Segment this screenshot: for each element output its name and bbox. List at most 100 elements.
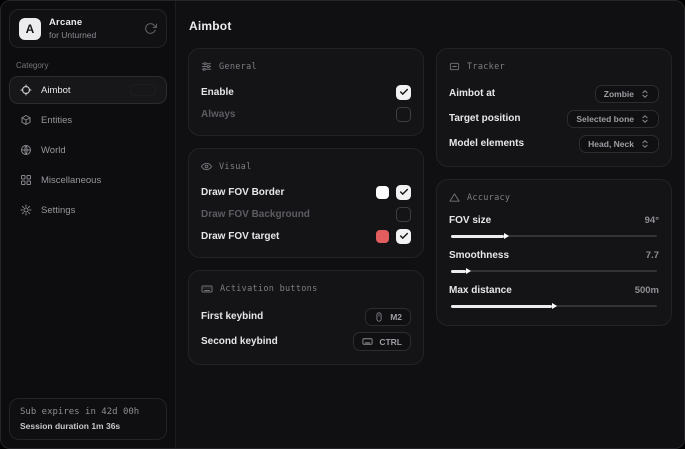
fov-size-slider[interactable]	[449, 231, 659, 241]
section-title: Activation buttons	[220, 284, 318, 294]
check-icon	[399, 231, 409, 241]
select-value: Selected bone	[576, 114, 634, 124]
gear-icon	[20, 204, 32, 216]
keybind-value: CTRL	[379, 337, 402, 347]
setting-label: Model elements	[449, 138, 524, 149]
setting-row: Draw FOV Background	[201, 203, 411, 225]
refresh-icon[interactable]	[144, 22, 157, 35]
setting-row: Draw FOV Border	[201, 181, 411, 203]
setting-label: Draw FOV Background	[201, 209, 310, 220]
fov-target-checkbox[interactable]	[396, 229, 411, 244]
section-title: Visual	[219, 162, 252, 172]
setting-label: Aimbot at	[449, 88, 495, 99]
globe-icon	[20, 144, 32, 156]
setting-label: Enable	[201, 87, 234, 98]
app-subtitle: for Unturned	[49, 30, 96, 40]
accuracy-card: Accuracy FOV size 94°	[436, 179, 672, 326]
sliders-icon	[201, 61, 212, 72]
smoothness-slider[interactable]	[449, 266, 659, 276]
sidebar-item-settings[interactable]: Settings	[9, 196, 167, 224]
fov-border-checkbox[interactable]	[396, 185, 411, 200]
main-content: Aimbot General Enable	[176, 1, 684, 448]
chevron-up-down-icon	[640, 89, 650, 99]
sidebar-item-label: Settings	[41, 205, 75, 216]
category-label: Category	[16, 61, 160, 70]
setting-label: First keybind	[201, 311, 263, 322]
keyboard-icon	[362, 336, 373, 347]
max-distance-setting: Max distance 500m	[449, 282, 659, 311]
sidebar: A Arcane for Unturned Category Aimbot	[1, 1, 176, 448]
sidebar-item-entities[interactable]: Entities	[9, 106, 167, 134]
sidebar-item-label: Entities	[41, 115, 72, 126]
tracker-card: Tracker Aimbot at Zombie Target position	[436, 48, 672, 167]
slider-fill	[451, 235, 504, 238]
logo-text: Arcane for Unturned	[49, 17, 96, 40]
subscription-card: Sub expires in 42d 00h Session duration …	[9, 398, 167, 440]
app-logo: A	[19, 18, 41, 40]
fov-target-color-swatch[interactable]	[376, 230, 389, 243]
section-title: General	[219, 62, 257, 72]
sidebar-item-miscellaneous[interactable]: Miscellaneous	[9, 166, 167, 194]
sidebar-item-world[interactable]: World	[9, 136, 167, 164]
session-duration-text: Session duration 1m 36s	[20, 421, 156, 431]
model-elements-select[interactable]: Head, Neck	[579, 135, 659, 153]
setting-row: Always	[201, 103, 411, 125]
sidebar-item-aimbot[interactable]: Aimbot	[9, 76, 167, 104]
scan-icon	[449, 61, 460, 72]
section-title: Tracker	[467, 62, 505, 72]
sub-expires-text: Sub expires in 42d 00h	[20, 407, 156, 417]
setting-label: Always	[201, 109, 235, 120]
setting-label: Draw FOV target	[201, 231, 279, 242]
fov-background-checkbox[interactable]	[396, 207, 411, 222]
slider-thumb[interactable]	[552, 303, 557, 309]
smoothness-value: 7.7	[646, 250, 659, 261]
setting-row: Draw FOV target	[201, 225, 411, 247]
first-keybind-button[interactable]: M2	[365, 308, 411, 326]
crosshair-icon	[20, 84, 32, 96]
check-icon	[399, 87, 409, 97]
slider-thumb[interactable]	[466, 268, 471, 274]
logo-card: A Arcane for Unturned	[9, 9, 167, 48]
activation-card: Activation buttons First keybind M2 Seco…	[188, 270, 424, 365]
app-window: A Arcane for Unturned Category Aimbot	[0, 0, 685, 449]
always-checkbox[interactable]	[396, 107, 411, 122]
app-title: Arcane	[49, 17, 96, 28]
setting-label: Smoothness	[449, 250, 509, 261]
visual-card: Visual Draw FOV Border Draw FOV Backgrou…	[188, 148, 424, 258]
slider-track	[451, 270, 657, 272]
keybind-value: M2	[390, 312, 402, 322]
aimbot-at-select[interactable]: Zombie	[595, 85, 659, 103]
sidebar-item-label: Miscellaneous	[41, 175, 101, 186]
page-title: Aimbot	[189, 19, 672, 33]
slider-fill	[451, 270, 466, 273]
max-distance-slider[interactable]	[449, 301, 659, 311]
slider-thumb[interactable]	[504, 233, 509, 239]
second-keybind-button[interactable]: CTRL	[353, 332, 411, 351]
slider-fill	[451, 305, 552, 308]
triangle-icon	[449, 192, 460, 203]
setting-row: Target position Selected bone	[449, 106, 659, 131]
setting-label: Draw FOV Border	[201, 187, 284, 198]
eye-icon	[201, 161, 212, 172]
setting-label: Second keybind	[201, 336, 278, 347]
setting-label: Target position	[449, 113, 520, 124]
select-value: Head, Neck	[588, 139, 634, 149]
sidebar-nav: Aimbot Entities World Miscellaneous	[9, 76, 167, 224]
setting-row: Model elements Head, Neck	[449, 131, 659, 156]
setting-label: Max distance	[449, 285, 512, 296]
grid-icon	[20, 174, 32, 186]
cube-icon	[20, 114, 32, 126]
keyboard-icon	[201, 283, 213, 295]
section-title: Accuracy	[467, 193, 510, 203]
enable-checkbox[interactable]	[396, 85, 411, 100]
setting-row: Aimbot at Zombie	[449, 81, 659, 106]
sidebar-item-label: World	[41, 145, 66, 156]
select-value: Zombie	[604, 89, 634, 99]
setting-row: Enable	[201, 81, 411, 103]
general-card: General Enable Always	[188, 48, 424, 136]
setting-label: FOV size	[449, 215, 491, 226]
fov-border-color-swatch[interactable]	[376, 186, 389, 199]
max-distance-value: 500m	[635, 285, 659, 296]
sidebar-item-label: Aimbot	[41, 85, 71, 96]
target-position-select[interactable]: Selected bone	[567, 110, 659, 128]
